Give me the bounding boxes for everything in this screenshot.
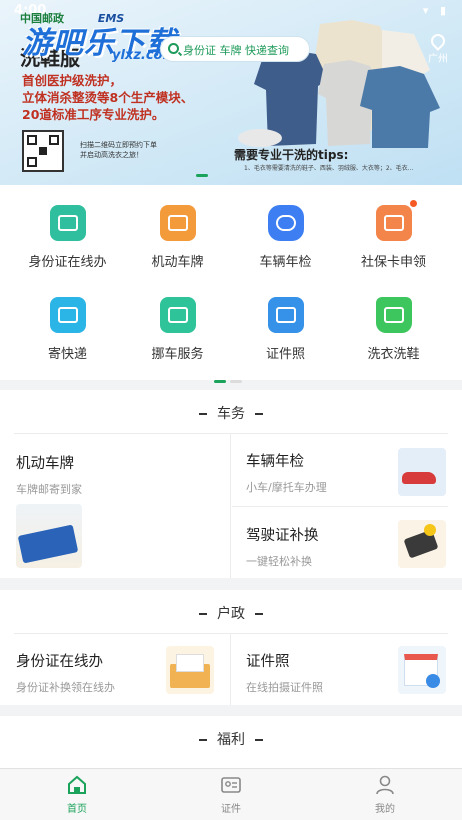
id-document-icon	[220, 774, 242, 796]
card-driver-license[interactable]: 驾驶证补换 一键轻松补换	[246, 520, 446, 574]
grid-item-label: 洗衣洗鞋	[367, 347, 420, 362]
banner-line-2: 立体消杀整烫等8个生产模块、	[22, 90, 194, 105]
card-title: 机动车牌	[16, 456, 74, 472]
section-title: 户政	[0, 590, 462, 634]
top-banner[interactable]: 4:00 ▾ ▮ 中国邮政 EMS 洗鞋服 游吧乐下载 ylxz.com 首创医…	[0, 0, 462, 185]
qr-caption: 扫描二维码立即预约下单 并启动高洗衣之旅！	[80, 140, 157, 160]
banner-indicator	[196, 174, 208, 177]
notification-dot	[409, 200, 417, 207]
section-title: 福利	[0, 716, 462, 760]
search-bar[interactable]: 身份证 车牌 快递查询	[160, 36, 310, 62]
card-id-photo[interactable]: 证件照 在线拍摄证件照	[246, 646, 446, 700]
banner-line-1: 首创医护级洗护，	[22, 73, 123, 88]
qr-caption-line-1: 扫描二维码立即预约下单	[80, 141, 157, 149]
search-icon	[168, 43, 179, 54]
grid-item-express[interactable]: 寄快递	[10, 277, 125, 367]
grid-item-car-inspection[interactable]: 车辆年检	[228, 185, 343, 275]
car-image	[398, 448, 446, 496]
banner-tips-text: 1、毛衣等需要清洗的鞋子、西装、羽绒服、大衣等；2、毛衣...	[244, 165, 414, 172]
profile-icon	[374, 774, 396, 796]
qr-code	[22, 130, 64, 172]
card-car-inspection[interactable]: 车辆年检 小车/摩托车办理	[246, 448, 446, 500]
card-license-plate[interactable]: 机动车牌 车牌邮寄到家	[16, 452, 216, 570]
banner-line-3: 20道标准工序专业洗护。	[22, 107, 165, 122]
location-city: 广州	[428, 54, 448, 65]
grid-item-label: 寄快递	[47, 347, 87, 362]
home-icon	[66, 774, 88, 796]
license-plate-image	[16, 504, 82, 568]
grid-item-label: 身份证在线办	[28, 255, 107, 270]
laundry-icon	[375, 297, 412, 333]
card-id-card-online[interactable]: 身份证在线办 身份证补换领在线办	[16, 646, 216, 700]
id-photo-icon	[267, 297, 304, 333]
grid-item-id-card[interactable]: 身份证在线办	[10, 185, 125, 275]
grid-item-social-security[interactable]: 社保卡申领	[336, 185, 451, 275]
tab-documents[interactable]: 证件	[201, 774, 261, 815]
qr-caption-line-2: 并启动高洗衣之旅！	[80, 151, 143, 159]
tab-label: 证件	[221, 804, 241, 815]
section-vehicle: 车务 机动车牌 车牌邮寄到家 车辆年检 小车/摩托车办理 驾驶证补换 一键轻松补…	[0, 390, 462, 578]
grid-item-id-photo[interactable]: 证件照	[228, 277, 343, 367]
license-plate-icon	[159, 205, 196, 241]
grid-item-label: 车辆年检	[259, 255, 312, 270]
envelope-image	[166, 646, 214, 694]
banner-tips-title: 需要专业干洗的tips:	[234, 148, 349, 162]
location-pin-icon	[428, 31, 448, 51]
card-subtitle: 车牌邮寄到家	[16, 483, 82, 496]
grid-item-label: 机动车牌	[151, 255, 204, 270]
grid-page-indicator	[214, 368, 246, 387]
grid-item-laundry[interactable]: 洗衣洗鞋	[336, 277, 451, 367]
tab-label: 首页	[67, 804, 87, 815]
express-icon	[49, 297, 86, 333]
grid-item-label: 挪车服务	[151, 347, 204, 362]
driver-license-image	[398, 520, 446, 568]
grid-item-move-car[interactable]: 挪车服务	[120, 277, 235, 367]
section-title: 车务	[0, 390, 462, 434]
bottom-tab-bar: 首页 证件 我的	[0, 768, 462, 820]
section-welfare: 福利	[0, 716, 462, 768]
social-security-icon	[375, 200, 417, 241]
section-household: 户政 身份证在线办 身份证补换领在线办 证件照 在线拍摄证件照	[0, 590, 462, 705]
banner-description: 首创医护级洗护， 立体消杀整烫等8个生产模块、 20道标准工序专业洗护。	[22, 72, 193, 123]
grid-item-license-plate[interactable]: 机动车牌	[120, 185, 235, 275]
status-icons: ▾ ▮	[422, 4, 450, 17]
location-selector[interactable]: 广州	[428, 31, 448, 65]
search-placeholder: 身份证 车牌 快递查询	[183, 44, 289, 57]
car-inspection-icon	[267, 205, 304, 241]
tab-profile[interactable]: 我的	[355, 774, 415, 815]
tab-home[interactable]: 首页	[47, 774, 107, 815]
tab-label: 我的	[375, 804, 395, 815]
grid-item-label: 证件照	[265, 347, 305, 362]
id-card-icon	[49, 205, 86, 241]
service-grid: 身份证在线办 机动车牌 车辆年检 社保卡申领 寄快递 挪车服务 证件照 洗衣洗鞋	[0, 185, 462, 383]
grid-item-label: 社保卡申领	[360, 255, 426, 270]
move-car-icon	[159, 297, 196, 333]
calendar-image	[398, 646, 446, 694]
